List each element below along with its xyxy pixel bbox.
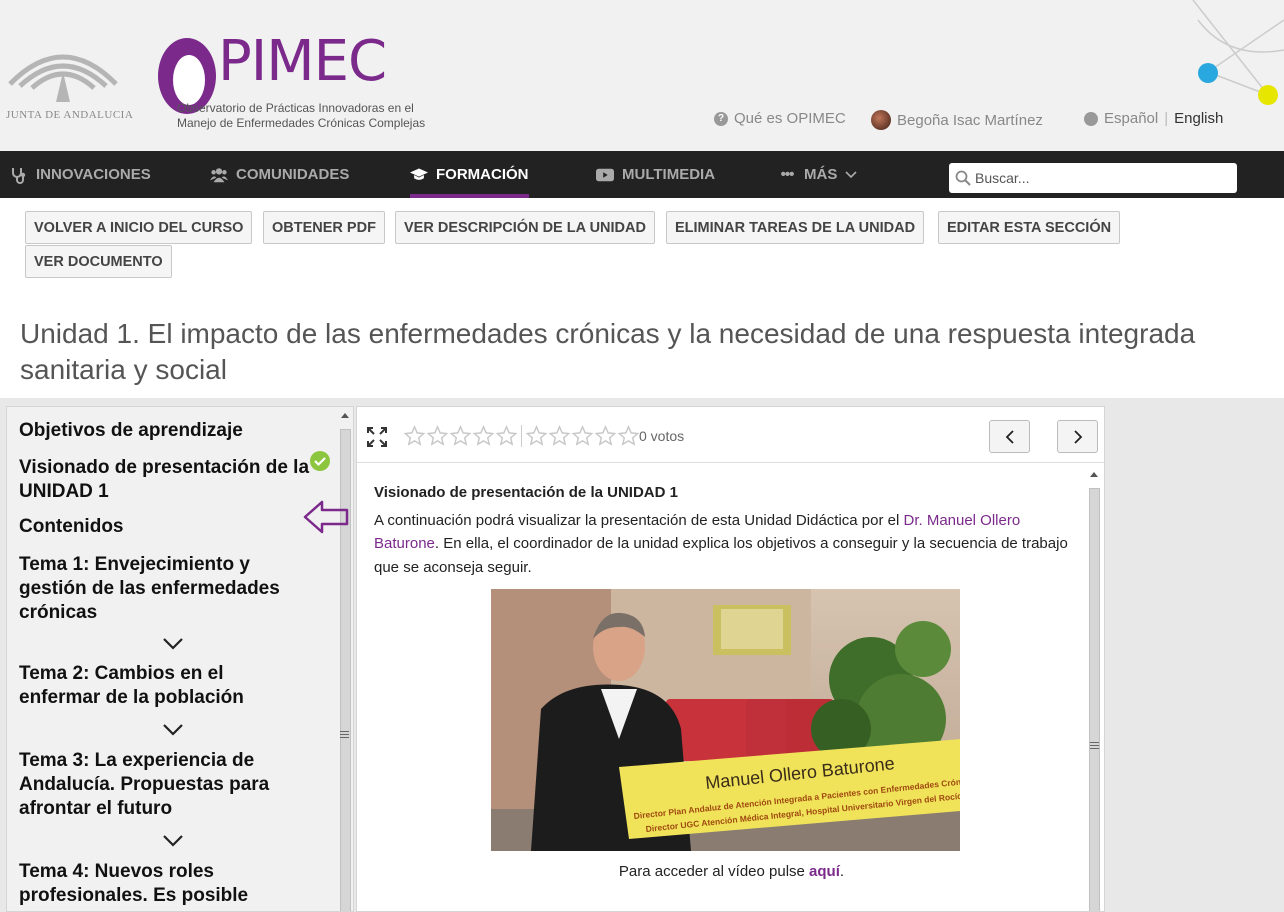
article-heading: Visionado de presentación de la UNIDAD 1: [374, 484, 678, 501]
completed-check-icon: [310, 451, 330, 471]
nav-formacion-label: FORMACIÓN: [436, 166, 529, 183]
user-name: Begoña Isac Martínez: [897, 111, 1043, 129]
sidebar-item-tema-1[interactable]: Tema 1: Envejecimiento y gestión de las …: [19, 553, 309, 625]
content-scroll-thumb[interactable]: [1089, 488, 1100, 911]
nav-innovaciones[interactable]: INNOVACIONES: [10, 151, 151, 198]
back-to-course-button[interactable]: VOLVER A INICIO DEL CURSO: [25, 211, 253, 244]
sidebar-item-tema-3[interactable]: Tema 3: La experiencia de Andalucía. Pro…: [19, 749, 309, 821]
search-box: [949, 163, 1237, 193]
unit-content-panel: 0 votos Visionado de presentación de la …: [356, 406, 1105, 912]
chevron-left-icon: [1005, 429, 1014, 444]
view-document-button[interactable]: VER DOCUMENTO: [25, 245, 172, 278]
search-input[interactable]: [971, 170, 1231, 186]
star-icon[interactable]: [594, 425, 617, 447]
grip-line: [1090, 745, 1099, 746]
grip-line: [1090, 742, 1099, 743]
site-header: JUNTA DE ANDALUCIA PIMEC Observatorio de…: [0, 0, 1284, 151]
video-access-link[interactable]: aquí: [809, 863, 840, 880]
more-dots-icon: •••: [780, 166, 795, 183]
chevron-down-icon[interactable]: [162, 834, 184, 848]
video-thumbnail[interactable]: Manuel Ollero Baturone Director Plan And…: [491, 589, 960, 851]
star-icon[interactable]: [426, 425, 449, 447]
rating-stars: [403, 425, 640, 447]
video-access-text: Para acceder al vídeo pulse aquí.: [357, 863, 1104, 880]
nav-mas-label: MÁS: [804, 166, 838, 183]
sidebar-item-objetivos[interactable]: Objetivos de aprendizaje: [19, 419, 309, 443]
scroll-up-icon[interactable]: [341, 413, 349, 418]
search-icon[interactable]: [955, 170, 971, 186]
star-icon[interactable]: [571, 425, 594, 447]
content-scrollbar[interactable]: [1085, 464, 1103, 911]
brand-subtitle: Observatorio de Prácticas Innovadoras en…: [177, 101, 437, 131]
star-icon[interactable]: [449, 425, 472, 447]
question-icon: ?: [714, 111, 728, 126]
language-switcher: Español | English: [1084, 110, 1223, 127]
content-toolbar: 0 votos: [357, 407, 1104, 463]
nav-multimedia[interactable]: MULTIMEDIA: [596, 151, 715, 198]
star-icon[interactable]: [495, 425, 518, 447]
scroll-up-icon[interactable]: [1090, 472, 1098, 477]
brand-subtitle-line-2: Manejo de Enfermedades Crónicas Compleja…: [177, 116, 426, 130]
nav-comunidades[interactable]: COMUNIDADES: [210, 151, 349, 198]
unit-sidebar: Objetivos de aprendizaje Visionado de pr…: [6, 406, 354, 912]
graduation-cap-icon: [410, 167, 428, 180]
nav-comunidades-label: COMUNIDADES: [236, 166, 350, 183]
users-icon: [210, 167, 228, 182]
junta-label: JUNTA DE ANDALUCIA: [6, 109, 134, 121]
grip-line: [340, 737, 349, 738]
video-icon: [596, 168, 614, 181]
next-button[interactable]: [1057, 420, 1098, 453]
grip-line: [340, 731, 349, 732]
about-opimec-label: Qué es OPIMEC: [734, 110, 846, 127]
brand-subtitle-line-1: Observatorio de Prácticas Innovadoras en…: [177, 101, 414, 115]
language-en-link[interactable]: English: [1174, 110, 1223, 127]
star-icon[interactable]: [472, 425, 495, 447]
article-text-end: . En ella, el coordinador de la unidad e…: [374, 535, 1068, 576]
language-es-link[interactable]: Español: [1104, 110, 1158, 127]
video-access-label: Para acceder al vídeo pulse: [618, 863, 810, 880]
previous-button[interactable]: [989, 420, 1030, 453]
star-icon[interactable]: [525, 425, 548, 447]
nav-multimedia-label: MULTIMEDIA: [622, 166, 716, 183]
article-paragraph: A continuación podrá visualizar la prese…: [374, 509, 1074, 580]
article-text-start: A continuación podrá visualizar la prese…: [374, 511, 904, 529]
chevron-down-icon: [845, 170, 857, 178]
about-opimec-link[interactable]: ? Qué es OPIMEC: [714, 110, 846, 127]
sidebar-scrollbar[interactable]: [337, 407, 353, 911]
user-profile-link[interactable]: Begoña Isac Martínez: [871, 110, 1043, 130]
grip-line: [1090, 748, 1099, 749]
sidebar-item-visionado[interactable]: Visionado de presentación de la UNIDAD 1: [19, 456, 309, 504]
fullscreen-icon[interactable]: [367, 427, 387, 447]
nav-innovaciones-label: INNOVACIONES: [36, 166, 151, 183]
chevron-down-icon[interactable]: [162, 637, 184, 651]
sidebar-item-tema-4[interactable]: Tema 4: Nuevos roles profesionales. Es p…: [19, 860, 309, 908]
stethoscope-icon: [12, 167, 26, 184]
brand-name: PIMEC: [218, 29, 387, 94]
article: Visionado de presentación de la UNIDAD 1…: [374, 481, 1074, 579]
edit-section-button[interactable]: EDITAR ESTA SECCIÓN: [938, 211, 1121, 244]
decorative-network-graphic: [1192, 0, 1284, 105]
globe-icon: [1084, 111, 1098, 126]
sidebar-item-contenidos[interactable]: Contenidos: [19, 515, 309, 539]
sidebar-item-tema-2[interactable]: Tema 2: Cambios en el enfermar de la pob…: [19, 662, 309, 710]
votes-count: 0 votos: [639, 428, 685, 444]
grip-line: [340, 734, 349, 735]
delete-unit-tasks-button[interactable]: ELIMINAR TAREAS DE LA UNIDAD: [666, 211, 925, 244]
avatar: [871, 110, 891, 130]
page-title: Unidad 1. El impacto de las enfermedades…: [20, 318, 1196, 385]
star-icon[interactable]: [617, 425, 640, 447]
star-icon[interactable]: [548, 425, 571, 447]
left-arrow-icon: [303, 500, 349, 534]
view-unit-description-button[interactable]: VER DESCRIPCIÓN DE LA UNIDAD: [395, 211, 655, 244]
rating-divider: [521, 425, 522, 447]
chevron-right-icon: [1073, 429, 1082, 444]
video-access-end: .: [839, 863, 845, 880]
nav-formacion[interactable]: FORMACIÓN: [410, 151, 529, 198]
star-icon[interactable]: [403, 425, 426, 447]
chevron-down-icon[interactable]: [162, 723, 184, 737]
get-pdf-button[interactable]: OBTENER PDF: [263, 211, 385, 244]
nav-mas[interactable]: ••• MÁS: [778, 151, 857, 198]
language-separator: |: [1164, 110, 1169, 127]
